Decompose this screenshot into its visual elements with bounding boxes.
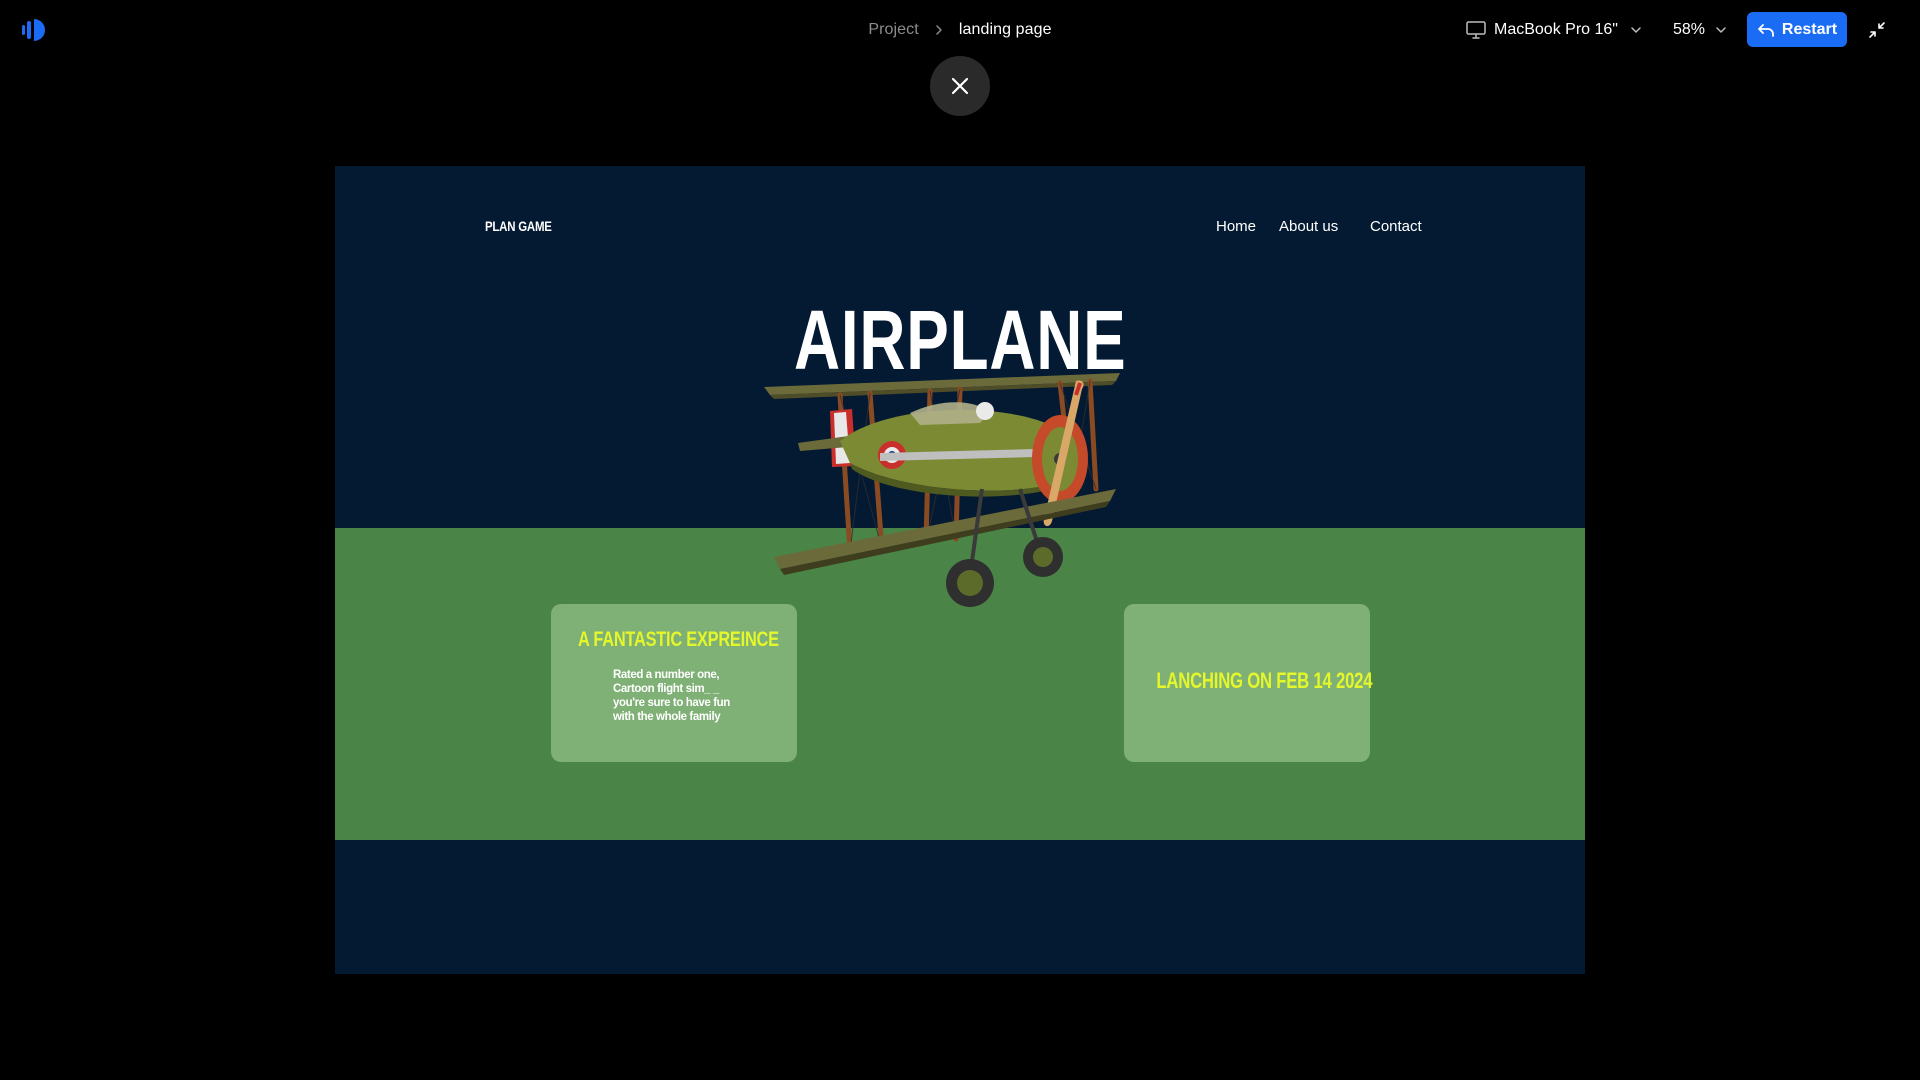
chevron-down-icon (1631, 27, 1641, 33)
launch-card: LANCHING ON FEB 14 2024 (1124, 604, 1373, 762)
zoom-select[interactable]: 58% (1673, 18, 1727, 42)
breadcrumb-current: landing page (958, 21, 1052, 38)
restart-label: Restart (1781, 20, 1838, 38)
zoom-label: 58% (1673, 21, 1706, 38)
chevron-down-icon (1716, 27, 1726, 33)
close-preview-button[interactable] (930, 56, 990, 116)
close-icon (951, 77, 969, 95)
app-window: Project landing page MacBook Pro 16" 58%… (0, 0, 1920, 1080)
feature-card-body: Rated a number one, Cartoon flight sim_ … (613, 669, 730, 723)
undo-arrow-icon (1758, 23, 1774, 37)
biplane-illustration (764, 373, 1120, 607)
device-select[interactable]: MacBook Pro 16" (1466, 18, 1642, 42)
nav-about-link[interactable]: About us (1279, 218, 1338, 235)
feature-card-title: A FANTASTIC EXPREINCE (578, 628, 779, 651)
nav-home-link[interactable]: Home (1216, 218, 1256, 235)
site-nav: Home About us Contact (335, 218, 1585, 238)
launch-card-title: LANCHING ON FEB 14 2024 (1156, 668, 1373, 693)
chevron-right-icon (936, 25, 942, 35)
device-label: MacBook Pro 16" (1494, 21, 1618, 38)
nav-contact-link[interactable]: Contact (1370, 218, 1422, 235)
monitor-icon (1466, 21, 1486, 39)
feature-card: A FANTASTIC EXPREINCE Rated a number one… (551, 604, 797, 762)
breadcrumb-project[interactable]: Project (868, 21, 919, 39)
collapse-icon[interactable] (1867, 20, 1887, 40)
hero-title: AIRPLANE (794, 293, 1127, 387)
preview-frame: PLAN GAME Home About us Contact AIRPLANE… (335, 166, 1585, 974)
restart-button[interactable]: Restart (1747, 12, 1847, 47)
